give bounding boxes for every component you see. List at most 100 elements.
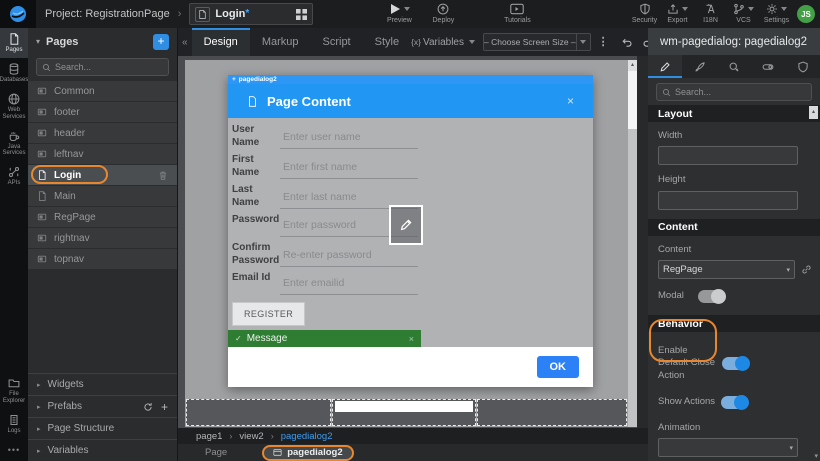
page-list-item-selected[interactable]: Login <box>28 165 177 185</box>
section-page-structure[interactable]: ▸Page Structure <box>28 417 177 439</box>
add-page-button[interactable]: + <box>153 34 169 50</box>
rail-item-apis[interactable]: APIs <box>0 161 28 191</box>
tab-design[interactable]: Design <box>192 28 250 56</box>
tab-markup[interactable]: Markup <box>250 28 311 56</box>
height-input[interactable] <box>659 194 797 211</box>
pages-search[interactable] <box>36 58 169 76</box>
tab-properties[interactable] <box>648 55 682 78</box>
tab-styles[interactable] <box>682 55 716 78</box>
collapse-panel-icon[interactable]: « <box>178 37 192 48</box>
pagedialog-widget[interactable]: + pagedialog2 Page Content × User Name E… <box>228 75 593 387</box>
screen-size-select[interactable]: – Choose Screen Size – <box>483 33 591 51</box>
page-list-item[interactable]: header <box>28 123 177 143</box>
preview-button[interactable]: Preview <box>377 3 421 25</box>
content-select[interactable]: RegPage ▾ <box>658 260 795 279</box>
properties-search[interactable] <box>656 83 812 101</box>
page-list-item[interactable]: Common <box>28 81 177 101</box>
layout-placeholder[interactable] <box>332 399 476 426</box>
export-button[interactable]: Export <box>661 3 694 25</box>
caret-down-icon <box>404 7 410 11</box>
show-actions-toggle[interactable] <box>721 396 748 409</box>
caret-down-icon <box>781 7 787 11</box>
scroll-up-icon[interactable]: ▴ <box>809 106 818 119</box>
user-avatar[interactable]: JS <box>797 5 815 23</box>
active-widget-tab[interactable]: pagedialog2 <box>262 445 353 461</box>
text-input[interactable]: Enter first name <box>280 149 418 179</box>
field-label: Confirm Password <box>232 237 280 267</box>
caret-down-icon <box>748 7 754 11</box>
wavemaker-studio: Project: RegistrationPage › Login* Previ… <box>0 0 820 461</box>
scroll-down-icon[interactable]: ▾ <box>814 452 818 460</box>
design-canvas[interactable]: + pagedialog2 Page Content × User Name E… <box>185 60 628 427</box>
check-icon: ✓ <box>235 334 242 343</box>
close-action-toggle[interactable] <box>722 357 749 370</box>
placeholder-content <box>335 401 473 412</box>
pages-search-input[interactable] <box>55 62 163 72</box>
breadcrumb-item[interactable]: view2 <box>239 431 263 442</box>
widget-tag[interactable]: + pagedialog2 <box>228 75 593 84</box>
settings-button[interactable]: Settings <box>760 3 793 25</box>
more-options-icon[interactable]: ⋮ <box>598 40 609 44</box>
rail-item-java-services[interactable]: Java Services <box>0 125 28 162</box>
bind-property-icon[interactable] <box>801 264 812 275</box>
security-button[interactable]: Security <box>628 3 661 25</box>
rail-overflow-dots[interactable]: ••• <box>0 439 28 461</box>
open-page-tab[interactable]: Login* <box>189 3 313 25</box>
page-list-item[interactable]: leftnav <box>28 144 177 164</box>
tab-events[interactable] <box>717 55 751 78</box>
page-list-item[interactable]: topnav <box>28 249 177 269</box>
variables-dropdown[interactable]: {x}Variables <box>411 37 475 48</box>
modal-toggle[interactable] <box>698 290 725 303</box>
tab-device[interactable] <box>751 55 785 78</box>
rail-item-databases[interactable]: Databases <box>0 58 28 88</box>
dialog-close-icon[interactable]: × <box>567 94 574 108</box>
section-behavior[interactable]: Behavior <box>648 315 820 332</box>
undo-icon[interactable] <box>620 36 633 49</box>
i18n-button[interactable]: I18N <box>694 3 727 25</box>
tab-security[interactable] <box>786 55 820 78</box>
register-button[interactable]: REGISTER <box>232 302 305 326</box>
rail-item-logs[interactable]: Logs <box>0 409 28 439</box>
animation-select[interactable]: ▾ <box>658 438 798 457</box>
tutorials-button[interactable]: Tutorials <box>495 3 539 25</box>
scrollbar-thumb[interactable] <box>628 71 637 129</box>
section-prefabs[interactable]: ▸Prefabs + <box>28 395 177 417</box>
page-list-item[interactable]: Main <box>28 186 177 206</box>
dialog-widget-icon <box>273 448 282 457</box>
edit-widget-button[interactable] <box>389 205 423 245</box>
canvas-scrollbar[interactable]: ▴ <box>628 60 637 427</box>
message-close-icon[interactable]: × <box>409 334 414 344</box>
page-list-item[interactable]: footer <box>28 102 177 122</box>
breadcrumb-item[interactable]: page1 <box>196 431 222 442</box>
page-list-item[interactable]: RegPage <box>28 207 177 227</box>
text-input[interactable]: Enter emailid <box>280 267 418 295</box>
section-variables[interactable]: ▸Variables <box>28 439 177 461</box>
section-widgets[interactable]: ▸Widgets <box>28 373 177 395</box>
dialog-header[interactable]: Page Content × <box>228 84 593 118</box>
properties-search-input[interactable] <box>675 87 806 97</box>
layout-placeholder[interactable] <box>477 399 627 426</box>
ok-button[interactable]: OK <box>537 356 580 378</box>
deploy-button[interactable]: Deploy <box>421 3 465 25</box>
dialog-body: User Name Enter user name First Name Ent… <box>228 118 593 347</box>
section-content[interactable]: Content <box>648 219 820 236</box>
text-input[interactable]: Enter user name <box>280 119 418 149</box>
caret-down-icon: ▾ <box>789 444 793 452</box>
wavemaker-logo-icon[interactable] <box>0 0 36 28</box>
breadcrumb-item-active[interactable]: pagedialog2 <box>281 431 333 442</box>
rail-item-web-services[interactable]: Web Services <box>0 88 28 125</box>
page-list-item[interactable]: rightnav <box>28 228 177 248</box>
layout-placeholder[interactable] <box>186 399 331 426</box>
tab-style[interactable]: Style <box>363 28 411 56</box>
collapse-triangle-icon[interactable]: ▾ <box>36 37 40 46</box>
grid-icon[interactable] <box>296 9 307 20</box>
rail-item-pages[interactable]: Pages <box>0 28 28 58</box>
vcs-button[interactable]: VCS <box>727 3 760 25</box>
delete-page-icon[interactable] <box>158 170 168 181</box>
move-icon: + <box>232 76 236 83</box>
section-layout[interactable]: Layout <box>648 105 820 122</box>
rail-item-file-explorer[interactable]: File Explorer <box>0 372 28 409</box>
width-input[interactable] <box>659 149 797 166</box>
tab-script[interactable]: Script <box>311 28 363 56</box>
message-bar[interactable]: ✓ Message × <box>228 330 421 347</box>
